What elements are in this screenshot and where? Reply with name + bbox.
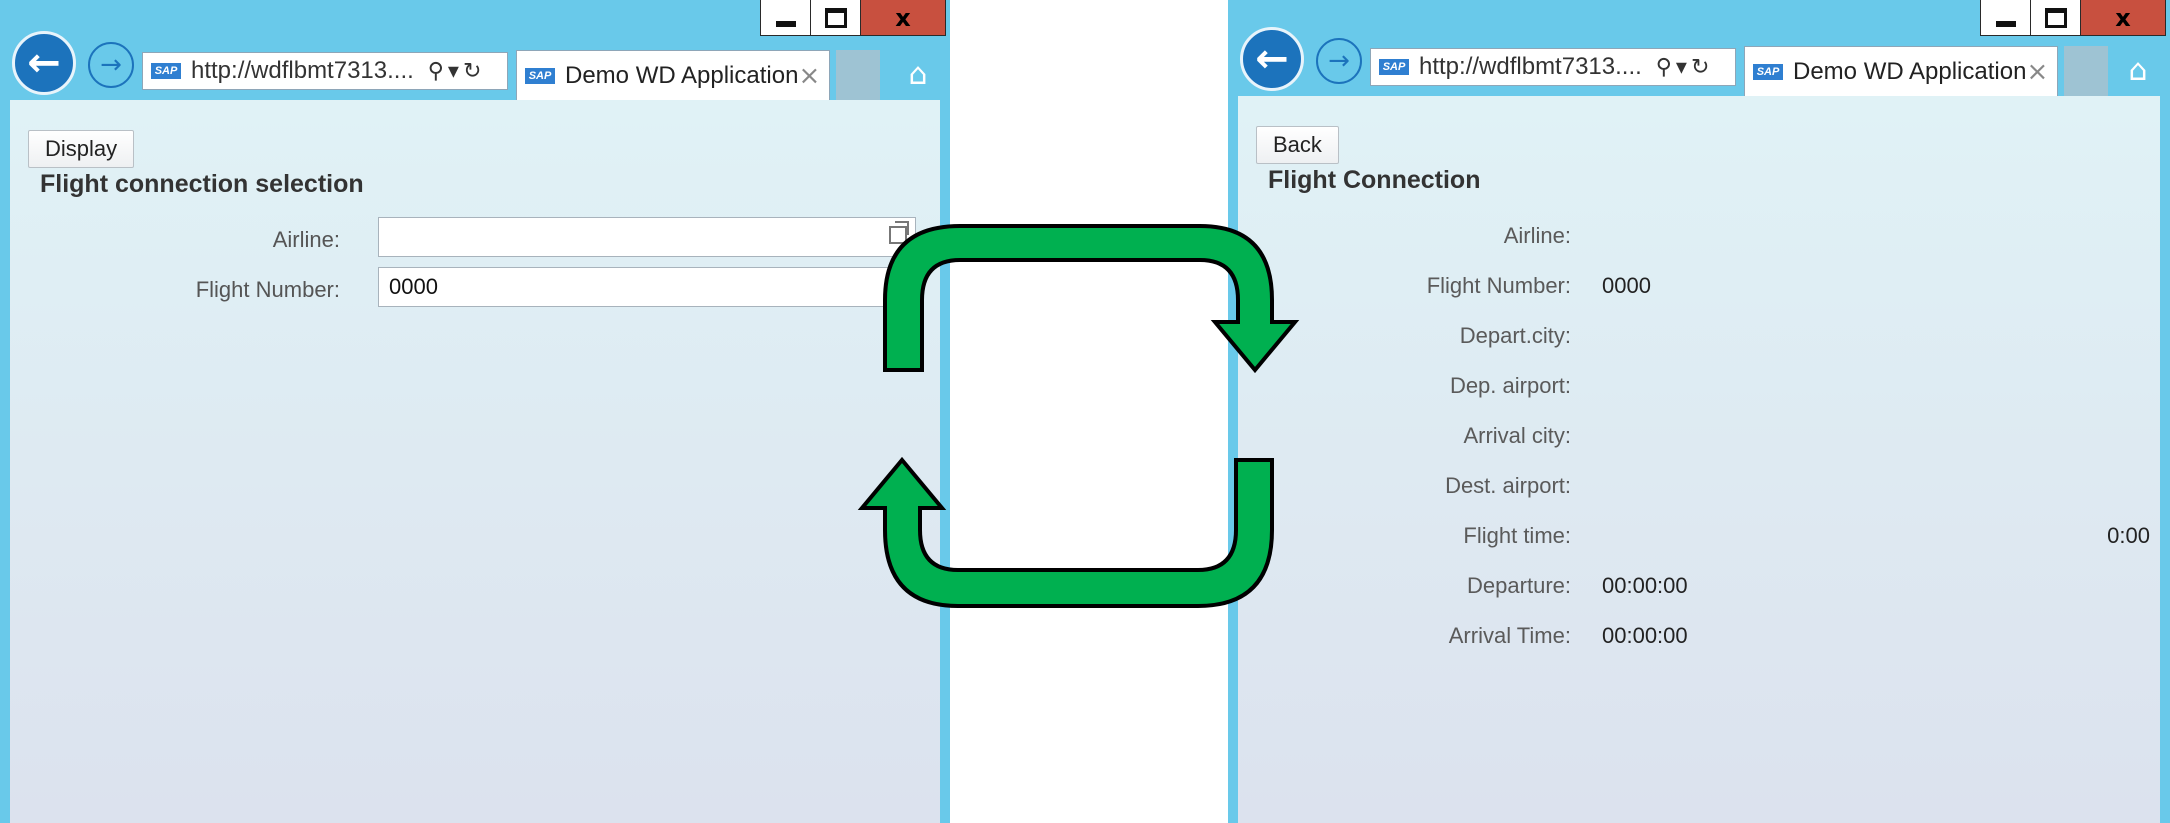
flight-time-value: 0:00 — [2107, 523, 2150, 548]
address-url: http://wdflbmt7313.... — [1419, 53, 1642, 80]
flight-number-value: 0000 — [1602, 273, 1651, 298]
page-content: Back Flight Connection Airline: Flight N… — [1238, 96, 2160, 823]
sap-logo-icon: SAP — [151, 63, 181, 79]
page-title: Flight connection selection — [40, 170, 364, 198]
forward-arrow-icon[interactable]: → — [1316, 38, 1362, 84]
flight-details-form: Airline: Flight Number: 0000 Depart.city… — [1238, 213, 2160, 663]
back-button[interactable]: Back — [1256, 126, 1339, 164]
search-refresh-icons[interactable]: ⚲▾↻ — [428, 59, 486, 84]
tab-title: Demo WD Application — [565, 61, 799, 89]
dep-airport-label: Dep. airport: — [1449, 373, 1571, 398]
browser-window-right: x ← → SAP http://wdflbmt7313.... ⚲▾↻ SAP… — [1228, 0, 2170, 823]
detail-row-arrival-city: Arrival city: — [1238, 413, 2160, 463]
detail-row-depart-city: Depart.city: — [1238, 313, 2160, 363]
departure-value: 00:00:00 — [1602, 573, 1688, 598]
arrival-city-label: Arrival city: — [1463, 423, 1571, 448]
form-row-airline: Airline: — [10, 217, 940, 267]
arrival-time-label: Arrival Time: — [1448, 623, 1571, 648]
detail-row-arrival-time: Arrival Time: 00:00:00 — [1238, 613, 2160, 663]
page-title: Flight Connection — [1268, 166, 1481, 194]
airline-label: Airline: — [1503, 223, 1571, 248]
airline-label: Airline: — [272, 227, 340, 252]
browser-window-left: x ← → SAP http://wdflbmt7313.... ⚲▾↻ SAP… — [0, 0, 950, 823]
home-icon[interactable]: ⌂ — [898, 54, 938, 94]
sap-logo-icon: SAP — [525, 67, 555, 84]
detail-row-flight-time: Flight time: 0:00 — [1238, 513, 2160, 563]
flight-number-label: Flight Number: — [195, 277, 340, 302]
flight-number-label: Flight Number: — [1426, 273, 1571, 298]
depart-city-label: Depart.city: — [1459, 323, 1571, 348]
navigation-bar: ← → SAP http://wdflbmt7313.... ⚲▾↻ SAP D… — [0, 28, 950, 100]
selection-form: Airline: Flight Number: 0000 — [10, 217, 940, 317]
dest-airport-label: Dest. airport: — [1445, 473, 1571, 498]
detail-row-dest-airport: Dest. airport: — [1238, 463, 2160, 513]
forward-arrow-icon[interactable]: → — [88, 42, 134, 88]
close-tab-icon[interactable]: × — [798, 61, 820, 91]
airline-input[interactable] — [378, 217, 916, 257]
new-tab-button[interactable] — [836, 50, 880, 100]
tab-demo-wd-application[interactable]: SAP Demo WD Application × — [1744, 46, 2058, 96]
back-arrow-icon[interactable]: ← — [12, 31, 76, 95]
departure-label: Departure: — [1467, 573, 1571, 598]
sap-logo-icon: SAP — [1753, 63, 1783, 80]
page-content: Display Flight connection selection Airl… — [10, 100, 940, 823]
form-row-flight-number: Flight Number: 0000 — [10, 267, 940, 317]
back-arrow-icon[interactable]: ← — [1240, 27, 1304, 91]
search-refresh-icons[interactable]: ⚲▾↻ — [1656, 55, 1714, 80]
flight-time-label: Flight time: — [1463, 523, 1571, 548]
sap-logo-icon: SAP — [1379, 59, 1409, 75]
address-url: http://wdflbmt7313.... — [191, 57, 414, 84]
detail-row-dep-airport: Dep. airport: — [1238, 363, 2160, 413]
address-bar[interactable]: SAP http://wdflbmt7313.... ⚲▾↻ — [142, 52, 508, 90]
detail-row-departure: Departure: 00:00:00 — [1238, 563, 2160, 613]
home-icon[interactable]: ⌂ — [2118, 50, 2158, 90]
detail-row-flight-number: Flight Number: 0000 — [1238, 263, 2160, 313]
tab-demo-wd-application[interactable]: SAP Demo WD Application × — [516, 50, 830, 100]
flight-number-input[interactable]: 0000 — [378, 267, 916, 307]
display-button[interactable]: Display — [28, 130, 135, 168]
flight-number-value: 0000 — [389, 274, 438, 299]
arrival-time-value: 00:00:00 — [1602, 623, 1688, 648]
detail-row-airline: Airline: — [1238, 213, 2160, 263]
navigation-bar: ← → SAP http://wdflbmt7313.... ⚲▾↻ SAP D… — [1228, 24, 2170, 96]
close-tab-icon[interactable]: × — [2026, 57, 2048, 87]
new-tab-button[interactable] — [2064, 46, 2108, 96]
address-bar[interactable]: SAP http://wdflbmt7313.... ⚲▾↻ — [1370, 48, 1736, 86]
tab-title: Demo WD Application — [1793, 57, 2027, 85]
value-help-icon[interactable] — [889, 221, 909, 244]
